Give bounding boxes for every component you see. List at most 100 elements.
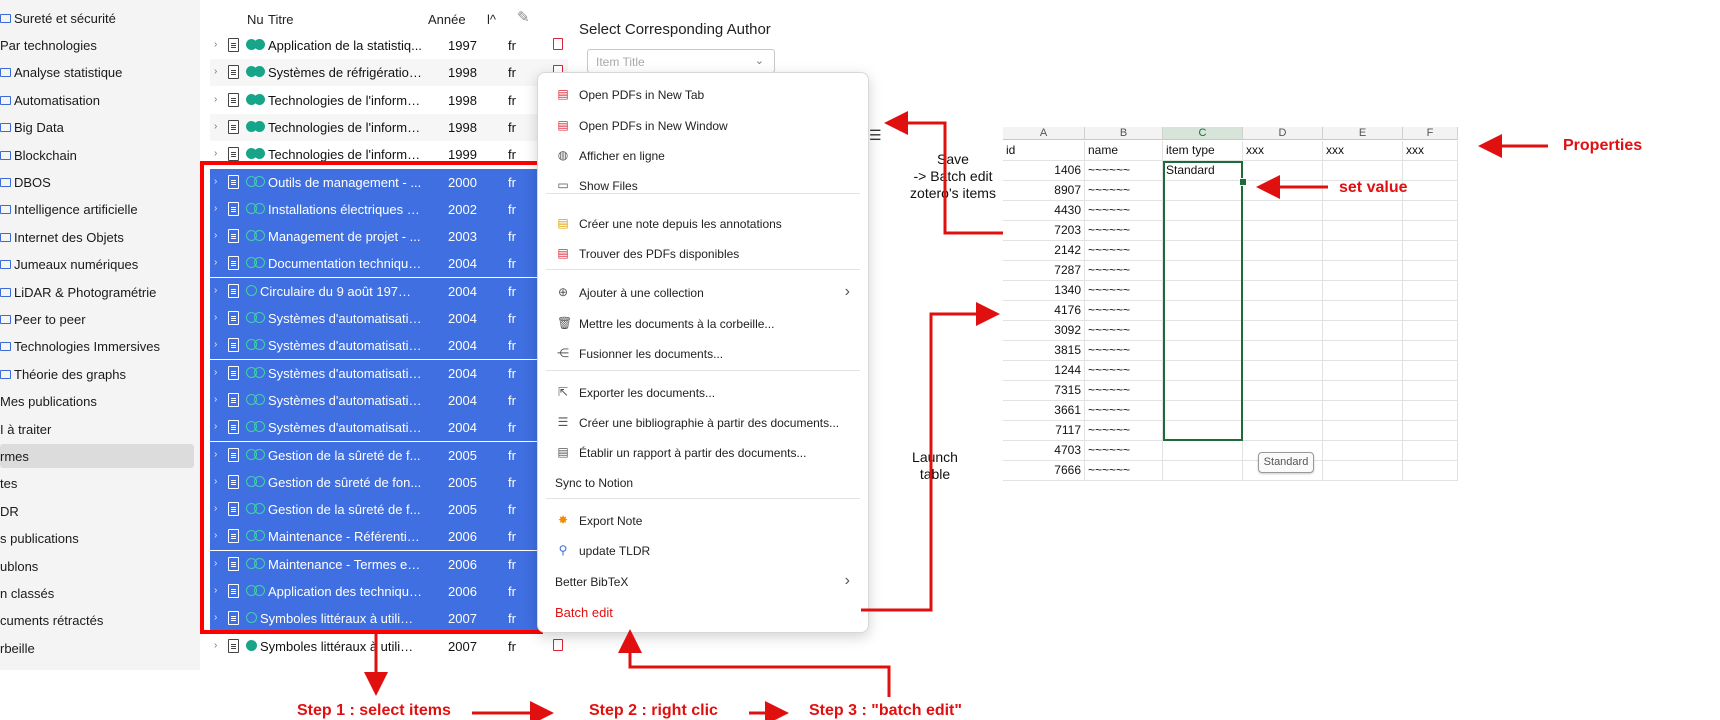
- empty-cell[interactable]: [1323, 461, 1403, 481]
- name-cell[interactable]: ~~~~~~: [1085, 181, 1163, 201]
- empty-cell[interactable]: [1323, 321, 1403, 341]
- id-cell[interactable]: 4176: [1003, 301, 1085, 321]
- context-menu-item[interactable]: ▤ Établir un rapport à partir des documen…: [538, 439, 868, 467]
- column-letter-header[interactable]: A: [1003, 127, 1085, 140]
- selected-range[interactable]: [1163, 161, 1243, 441]
- context-menu-item[interactable]: ▭ Show Files: [538, 172, 868, 200]
- sidebar-item[interactable]: rmes: [0, 444, 194, 469]
- name-cell[interactable]: ~~~~~~: [1085, 381, 1163, 401]
- sidebar-item[interactable]: Automatisation: [0, 88, 194, 112]
- sidebar-item[interactable]: Sureté et sécurité: [0, 6, 194, 30]
- empty-cell[interactable]: [1403, 261, 1458, 281]
- id-cell[interactable]: 7117: [1003, 421, 1085, 441]
- name-cell[interactable]: ~~~~~~: [1085, 361, 1163, 381]
- sidebar-item[interactable]: rbeille: [0, 636, 194, 660]
- empty-cell[interactable]: [1323, 261, 1403, 281]
- id-cell[interactable]: 1244: [1003, 361, 1085, 381]
- id-cell[interactable]: 1340: [1003, 281, 1085, 301]
- empty-cell[interactable]: [1323, 281, 1403, 301]
- context-menu-item[interactable]: Better BibTeX ›: [538, 568, 868, 596]
- name-cell[interactable]: ~~~~~~: [1085, 441, 1163, 461]
- property-header-cell[interactable]: xxx: [1243, 141, 1323, 161]
- empty-cell[interactable]: [1403, 221, 1458, 241]
- column-letter-header[interactable]: D: [1243, 127, 1323, 140]
- empty-cell[interactable]: [1323, 161, 1403, 181]
- id-cell[interactable]: 7287: [1003, 261, 1085, 281]
- context-menu-item[interactable]: ▤ Créer une note depuis les annotations: [538, 210, 868, 238]
- name-cell[interactable]: ~~~~~~: [1085, 161, 1163, 181]
- id-cell[interactable]: 2142: [1003, 241, 1085, 261]
- column-header-language[interactable]: l^: [487, 12, 496, 27]
- sidebar-item[interactable]: ublons: [0, 554, 194, 578]
- sidebar-item[interactable]: Internet des Objets: [0, 225, 194, 249]
- column-header-title[interactable]: Titre: [268, 12, 294, 27]
- sidebar-item[interactable]: LiDAR & Photogramétrie: [0, 280, 194, 304]
- empty-cell[interactable]: [1243, 161, 1323, 181]
- name-cell[interactable]: ~~~~~~: [1085, 261, 1163, 281]
- property-header-cell[interactable]: item type: [1163, 141, 1243, 161]
- sidebar-item[interactable]: Mes publications: [0, 390, 194, 414]
- empty-cell[interactable]: [1243, 401, 1323, 421]
- sidebar-item[interactable]: Jumeaux numériques: [0, 253, 194, 277]
- empty-cell[interactable]: [1243, 221, 1323, 241]
- name-cell[interactable]: ~~~~~~: [1085, 281, 1163, 301]
- sidebar-item[interactable]: Intelligence artificielle: [0, 198, 194, 222]
- name-cell[interactable]: ~~~~~~: [1085, 201, 1163, 221]
- empty-cell[interactable]: [1323, 341, 1403, 361]
- empty-cell[interactable]: [1403, 281, 1458, 301]
- name-cell[interactable]: ~~~~~~: [1085, 321, 1163, 341]
- sidebar-item[interactable]: tes: [0, 472, 194, 496]
- empty-cell[interactable]: [1243, 241, 1323, 261]
- empty-cell[interactable]: [1323, 201, 1403, 221]
- empty-cell[interactable]: [1243, 321, 1323, 341]
- empty-cell[interactable]: [1323, 381, 1403, 401]
- empty-cell[interactable]: [1403, 241, 1458, 261]
- fill-handle[interactable]: [1239, 178, 1247, 186]
- empty-cell[interactable]: [1243, 381, 1323, 401]
- sidebar-item[interactable]: DBOS: [0, 170, 194, 194]
- sidebar-item[interactable]: Big Data: [0, 116, 194, 140]
- empty-cell[interactable]: [1403, 201, 1458, 221]
- item-type-cell[interactable]: [1163, 441, 1243, 461]
- name-cell[interactable]: ~~~~~~: [1085, 221, 1163, 241]
- name-cell[interactable]: ~~~~~~: [1085, 461, 1163, 481]
- sidebar-item[interactable]: Analyse statistique: [0, 61, 194, 85]
- context-menu-item[interactable]: ☰ Créer une bibliographie à partir des do…: [538, 409, 868, 437]
- empty-cell[interactable]: [1243, 421, 1323, 441]
- id-cell[interactable]: 3092: [1003, 321, 1085, 341]
- sidebar-item[interactable]: I à traiter: [0, 417, 194, 441]
- id-cell[interactable]: 7666: [1003, 461, 1085, 481]
- context-menu-item[interactable]: ⋲ Fusionner les documents...: [538, 340, 868, 368]
- empty-cell[interactable]: [1403, 361, 1458, 381]
- pdf-icon[interactable]: [553, 38, 563, 50]
- item-type-cell[interactable]: [1163, 461, 1243, 481]
- empty-cell[interactable]: [1323, 361, 1403, 381]
- paperclip-icon[interactable]: ✎: [517, 8, 530, 26]
- empty-cell[interactable]: [1323, 421, 1403, 441]
- empty-cell[interactable]: [1403, 461, 1458, 481]
- id-cell[interactable]: 3661: [1003, 401, 1085, 421]
- sidebar-item[interactable]: DR: [0, 499, 194, 523]
- empty-cell[interactable]: [1403, 181, 1458, 201]
- property-header-cell[interactable]: name: [1085, 141, 1163, 161]
- empty-cell[interactable]: [1403, 321, 1458, 341]
- column-letter-header[interactable]: B: [1085, 127, 1163, 140]
- empty-cell[interactable]: [1243, 361, 1323, 381]
- sidebar-item[interactable]: Par technologies: [0, 33, 194, 57]
- empty-cell[interactable]: [1323, 401, 1403, 421]
- property-header-cell[interactable]: id: [1003, 141, 1085, 161]
- column-letter-header[interactable]: F: [1403, 127, 1458, 140]
- item-row[interactable]: › Technologies de l'informa... 1998 fr: [210, 87, 568, 114]
- empty-cell[interactable]: [1403, 341, 1458, 361]
- context-menu-item[interactable]: Batch edit: [538, 598, 868, 626]
- empty-cell[interactable]: [1403, 381, 1458, 401]
- item-row[interactable]: › Application de la statistiq... 1997 fr: [210, 32, 568, 59]
- sidebar-item[interactable]: Peer to peer: [0, 307, 194, 331]
- property-header-cell[interactable]: xxx: [1403, 141, 1458, 161]
- property-header-cell[interactable]: xxx: [1323, 141, 1403, 161]
- name-cell[interactable]: ~~~~~~: [1085, 421, 1163, 441]
- context-menu-item[interactable]: ⇱ Exporter les documents...: [538, 379, 868, 407]
- id-cell[interactable]: 8907: [1003, 181, 1085, 201]
- empty-cell[interactable]: [1403, 301, 1458, 321]
- empty-cell[interactable]: [1323, 301, 1403, 321]
